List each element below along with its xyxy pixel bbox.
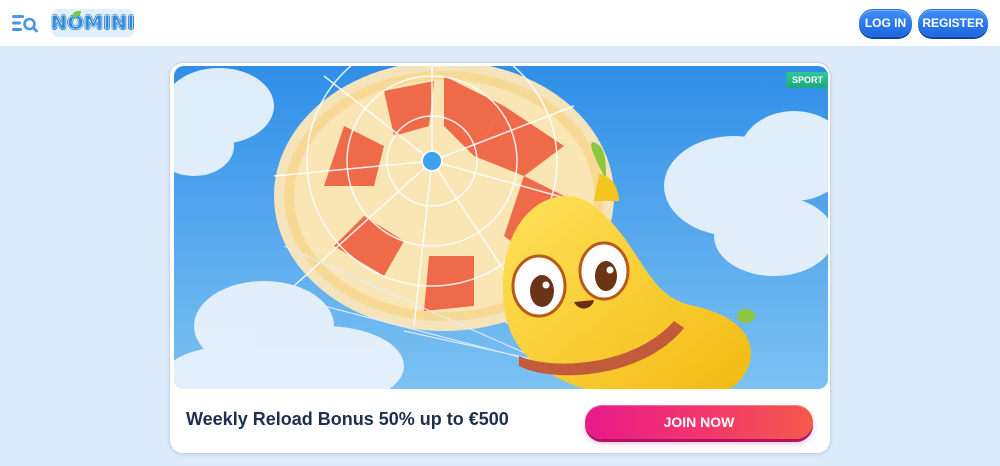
register-button[interactable]: REGISTER <box>918 9 988 37</box>
brand-logo[interactable]: NOMINI <box>51 9 136 37</box>
menu-search-icon[interactable] <box>12 12 38 34</box>
promo-hero-image[interactable]: SPORT <box>174 66 828 389</box>
category-badge: SPORT <box>786 72 828 88</box>
banana-parachute-illustration <box>174 66 828 389</box>
logo-text: NOMINI <box>51 12 136 35</box>
join-now-button[interactable]: JOIN NOW <box>585 405 813 439</box>
top-header: NOMINI LOG IN REGISTER <box>0 0 1000 46</box>
login-button[interactable]: LOG IN <box>859 9 912 37</box>
promo-card: SPORT Weekly Reload Bonus 50% up to €500… <box>169 62 831 454</box>
promo-title: Weekly Reload Bonus 50% up to €500 <box>186 409 509 429</box>
